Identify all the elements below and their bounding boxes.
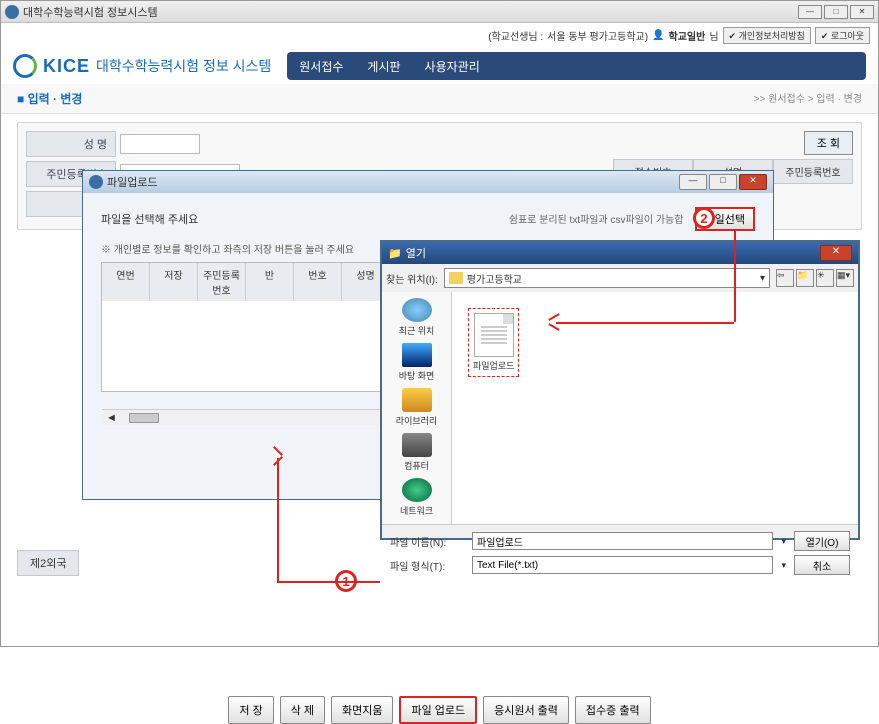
upload-scrollbar[interactable]: ◄ [102,409,390,425]
sidebar-library[interactable]: 라이브러리 [384,388,449,427]
window-title: 대학수학능력시험 정보시스템 [23,4,158,20]
cancel-button[interactable]: 취소 [794,555,850,575]
file-name: 파일업로드 [473,359,514,372]
open-button[interactable]: 열기(O) [794,531,850,551]
up-col-class: 반 [246,263,294,301]
logout-link[interactable]: ✔ 로그아웃 [815,27,870,44]
open-close-button[interactable]: ✕ [820,245,852,261]
up-col-rrn: 주민등록번호 [198,263,246,301]
second-lang-label: 제2외국 [17,550,79,576]
filename-label: 파일 이름(N): [390,534,464,549]
close-button[interactable]: ✕ [850,5,874,19]
open-dialog-icon: 📁 [388,247,402,260]
titlebar: 대학수학능력시험 정보시스템 — □ ✕ [1,1,878,23]
upload-close-button[interactable]: ✕ [739,174,767,190]
upload-minimize-button[interactable]: — [679,174,707,190]
file-upload-button[interactable]: 파일 업로드 [399,696,477,724]
name-input[interactable] [120,134,200,154]
logo-icon [13,54,37,78]
sidebar-desktop[interactable]: 바탕 화면 [384,343,449,382]
save-button[interactable]: 저 장 [228,696,273,724]
location-value: 평가고등학교 [467,271,522,286]
nav-application[interactable]: 원서접수 [299,58,343,75]
logo-text: KICE [43,56,90,77]
view-button[interactable]: ▦▾ [836,269,854,287]
name-label: 성 명 [26,131,116,157]
maximize-button[interactable]: □ [824,5,848,19]
up-col-save: 저장 [150,263,198,301]
breadcrumb: >> 원서접수 > 입력 · 변경 [754,90,862,107]
recent-icon [402,298,432,322]
filename-input[interactable] [472,532,773,550]
network-icon [402,478,432,502]
up-col-seq: 연번 [102,263,150,301]
sidebar-network[interactable]: 네트워크 [384,478,449,517]
upload-hint: 쉼표로 분리된 txt파일과 csv파일이 가능합 [509,215,684,226]
school-name: 서울 동부 평가고등학교) [547,28,648,43]
upload-dialog-icon [89,175,103,189]
file-item[interactable]: 파일업로드 [468,308,519,377]
logo: KICE 대학수학능력시험 정보 시스템 [13,54,271,78]
library-icon [402,388,432,412]
upload-maximize-button[interactable]: □ [709,174,737,190]
up-button[interactable]: 📁 [796,269,814,287]
user-role: 학교일반 [669,28,706,43]
logo-subtitle: 대학수학능력시험 정보 시스템 [96,56,271,76]
file-icon [474,313,514,357]
school-label: (학교선생님 : [488,28,543,43]
new-folder-button[interactable]: ✳ [816,269,834,287]
print-app-button[interactable]: 응시원서 출력 [483,696,569,724]
location-label: 찾는 위치(I): [386,271,438,286]
upload-dialog-title: 파일업로드 [107,174,158,190]
filetype-label: 파일 형식(T): [390,558,464,573]
mini-col-rrn: 주민등록번호 [773,159,853,184]
upload-table: 연번 저장 주민등록번호 반 번호 성명 ◄ [101,262,391,392]
delete-button[interactable]: 삭 제 [280,696,325,724]
minimize-button[interactable]: — [798,5,822,19]
navbar: 원서접수 게시판 사용자관리 [287,52,866,80]
user-suffix: 님 [709,28,718,43]
filetype-input[interactable] [472,556,773,574]
app-icon [5,5,19,19]
clear-button[interactable]: 화면지움 [331,696,393,724]
back-button[interactable]: ⇦ [776,269,794,287]
open-dialog: 📁 열기 ✕ 찾는 위치(I): 평가고등학교 ▾ ⇦ 📁 ✳ ▦▾ 최근 위치 [380,240,860,540]
desktop-icon [402,343,432,367]
sidebar-computer[interactable]: 컴퓨터 [384,433,449,472]
open-sidebar: 최근 위치 바탕 화면 라이브러리 컴퓨터 네트워크 [382,292,452,524]
sidebar-recent[interactable]: 최근 위치 [384,298,449,337]
print-receipt-button[interactable]: 접수증 출력 [575,696,651,724]
user-icon: 👤 [652,30,664,41]
folder-icon [449,272,463,284]
privacy-link[interactable]: ✔ 개인정보처리방침 [723,27,811,44]
section-title: ■ 입력 · 변경 [17,90,82,107]
nav-users[interactable]: 사용자관리 [425,58,480,75]
nav-board[interactable]: 게시판 [367,58,400,75]
open-dialog-title: 열기 [406,245,426,261]
file-select-button[interactable]: 파일선택 [695,207,755,231]
up-col-num: 번호 [294,263,342,301]
computer-icon [402,433,432,457]
upload-prompt: 파일을 선택해 주세요 [101,211,198,227]
location-dropdown[interactable]: 평가고등학교 ▾ [444,268,770,288]
search-button[interactable]: 조 회 [804,131,853,155]
